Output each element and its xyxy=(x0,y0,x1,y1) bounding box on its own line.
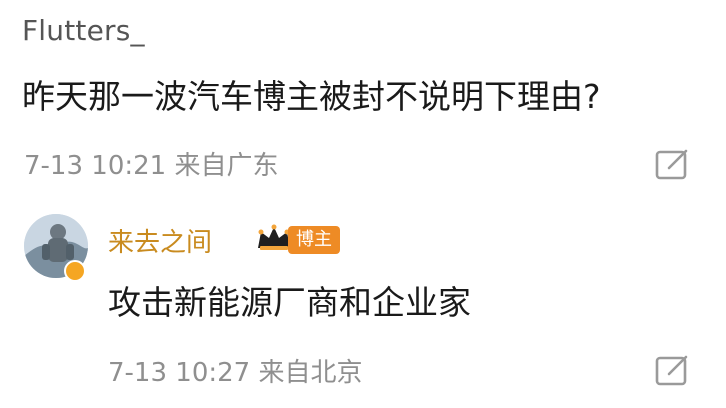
edit-square-icon[interactable] xyxy=(652,144,692,184)
reply-text: 攻击新能源厂商和企业家 xyxy=(108,283,471,322)
post-timestamp-location: 7-13 10:21 来自广东 xyxy=(24,151,279,181)
post-author-name[interactable]: Flutters_ xyxy=(22,14,145,47)
post-text: 昨天那一波汽车博主被封不说明下理由? xyxy=(22,77,601,116)
verified-badge-icon xyxy=(64,260,86,282)
edit-square-icon[interactable] xyxy=(652,350,692,390)
role-badge: 博主 xyxy=(288,226,340,254)
reply-timestamp-location: 7-13 10:27 来自北京 xyxy=(108,358,363,388)
reply-author-name[interactable]: 来去之间 xyxy=(108,222,212,259)
